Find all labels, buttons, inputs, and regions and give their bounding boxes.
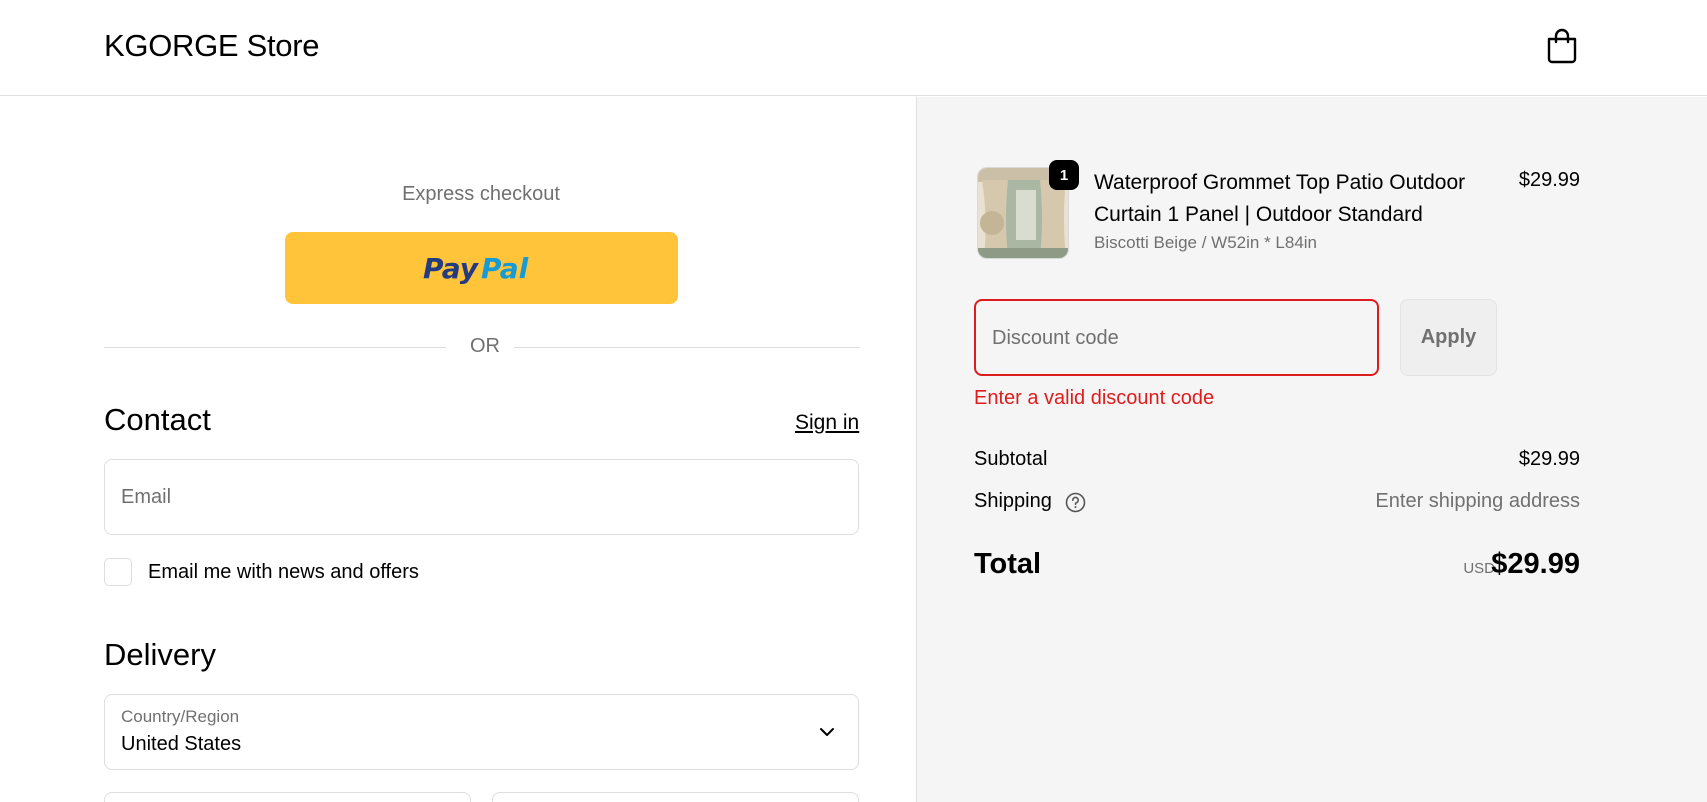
or-divider: OR: [104, 333, 860, 363]
discount-code-input[interactable]: Discount code: [974, 299, 1379, 376]
store-name[interactable]: KGORGE Store: [104, 28, 319, 64]
newsletter-checkbox[interactable]: [104, 558, 132, 586]
apply-discount-button[interactable]: Apply: [1400, 299, 1497, 376]
or-label: OR: [470, 335, 500, 357]
svg-text:Pay: Pay: [423, 252, 480, 285]
chevron-down-icon: [818, 723, 836, 741]
help-icon[interactable]: [1065, 492, 1086, 513]
currency-code: USD: [1463, 560, 1495, 577]
last-name-field[interactable]: [492, 792, 859, 802]
discount-error: Enter a valid discount code: [974, 387, 1215, 409]
shipping-value: Enter shipping address: [1375, 490, 1580, 512]
product-variant: Biscotti Beige / W52in * L84in: [1094, 233, 1318, 252]
email-field[interactable]: Email: [104, 459, 859, 535]
delivery-heading: Delivery: [104, 637, 216, 672]
email-placeholder: Email: [121, 486, 172, 508]
country-select[interactable]: Country/Region United States: [104, 694, 859, 770]
subtotal-value: $29.99: [1518, 448, 1580, 470]
header: KGORGE Store: [0, 0, 1707, 96]
order-summary: 1 Waterproof Grommet Top Patio Outdoor C…: [916, 97, 1707, 802]
total-value: $29.99: [1491, 548, 1580, 580]
quantity-badge: 1: [1049, 160, 1079, 190]
total-label: Total: [974, 548, 1042, 580]
svg-text:Pal: Pal: [481, 252, 529, 285]
product-price: $29.99: [1518, 169, 1580, 191]
subtotal-label: Subtotal: [974, 448, 1048, 470]
first-name-field[interactable]: [104, 792, 471, 802]
paypal-button[interactable]: Pay Pal: [285, 232, 678, 304]
paypal-logo: Pay Pal: [423, 252, 529, 285]
sign-in-link[interactable]: Sign in: [795, 411, 859, 435]
contact-heading: Contact: [104, 402, 211, 437]
shipping-label: Shipping: [974, 490, 1052, 512]
discount-placeholder: Discount code: [992, 327, 1119, 349]
product-title: Waterproof Grommet Top Patio Outdoor Cur…: [1094, 171, 1466, 226]
express-checkout-label: Express checkout: [402, 183, 560, 205]
country-label: Country/Region: [121, 707, 240, 726]
country-value: United States: [121, 733, 242, 755]
newsletter-label: Email me with news and offers: [148, 561, 419, 583]
checkout-form: Express checkout Pay Pal OR Contact Sign…: [0, 97, 916, 802]
shopping-bag-icon[interactable]: [1546, 28, 1578, 64]
product-thumbnail: 1: [977, 160, 1079, 259]
